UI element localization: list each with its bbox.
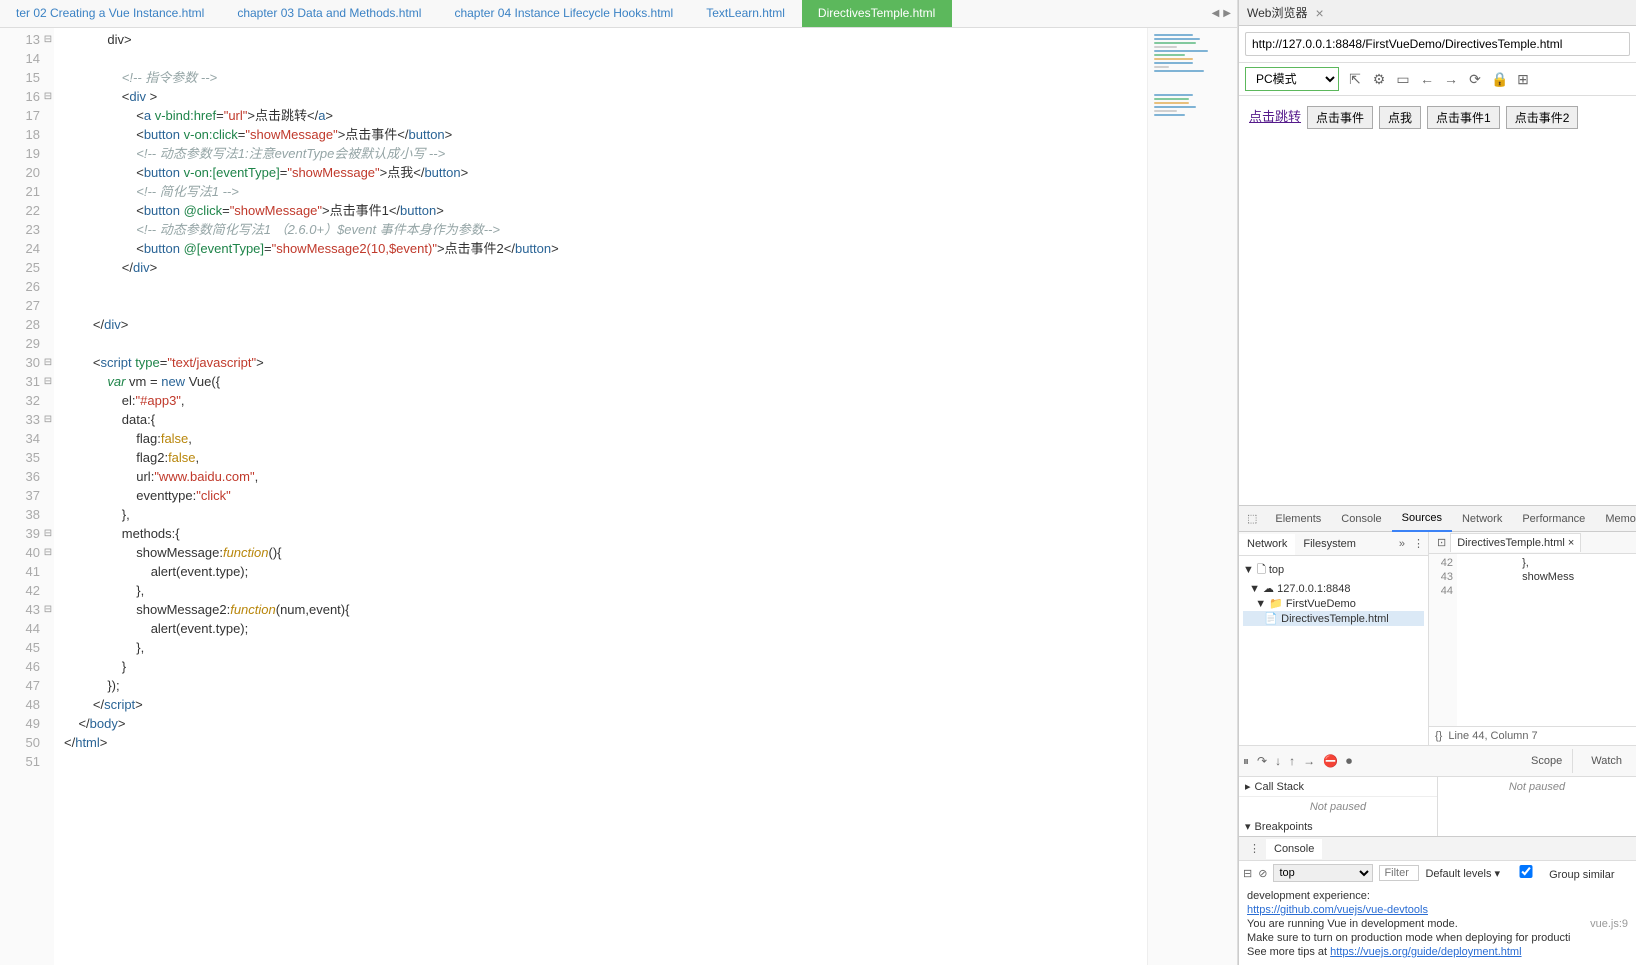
mode-select[interactable]: PC模式 xyxy=(1245,67,1339,91)
menu-icon[interactable]: ⋮ xyxy=(1409,537,1428,550)
console-menu-icon[interactable]: ⋮ xyxy=(1243,842,1266,855)
dt-tab-memory[interactable]: Memory xyxy=(1595,507,1636,531)
dt-tab-console[interactable]: Console xyxy=(1331,507,1391,531)
dt-tab-sources[interactable]: Sources xyxy=(1392,506,1452,532)
dt-tab-performance[interactable]: Performance xyxy=(1512,507,1595,531)
close-icon[interactable]: × xyxy=(1315,5,1323,21)
minimap[interactable] xyxy=(1147,28,1237,965)
console-filter-input[interactable] xyxy=(1379,865,1419,881)
tab-nav-arrows[interactable]: ◀▶ xyxy=(1206,0,1237,27)
line-number-gutter: 1314151617181920212223242526272829303132… xyxy=(0,28,42,965)
source-file-tab[interactable]: DirectivesTemple.html × xyxy=(1450,533,1581,552)
preview-button-1[interactable]: 点击事件 xyxy=(1307,106,1373,129)
console-sidebar-icon[interactable]: ⊟ xyxy=(1243,867,1252,880)
not-paused-right: Not paused xyxy=(1438,777,1636,797)
preview-button-3[interactable]: 点击事件1 xyxy=(1427,106,1500,129)
fold-column[interactable]: ⊟⊟⊟⊟⊟⊟⊟⊟ xyxy=(42,28,54,965)
src-gutter: 424344 xyxy=(1429,554,1457,726)
settings-icon[interactable]: ⚙ xyxy=(1371,71,1387,87)
src-nav-icon[interactable]: ⊡ xyxy=(1433,536,1450,549)
forward-icon[interactable]: → xyxy=(1443,71,1459,87)
editor-tab[interactable]: ter 02 Creating a Vue Instance.html xyxy=(0,0,221,27)
editor-tab[interactable]: TextLearn.html xyxy=(690,0,802,27)
watch-tab[interactable]: Watch xyxy=(1581,749,1632,773)
step-icon[interactable]: → xyxy=(1303,754,1315,768)
qr-icon[interactable]: ⊞ xyxy=(1515,71,1531,87)
inspect-icon[interactable]: ⬚ xyxy=(1239,512,1265,525)
preview-button-4[interactable]: 点击事件2 xyxy=(1506,106,1579,129)
device-icon[interactable]: ▭ xyxy=(1395,71,1411,87)
call-stack-header[interactable]: ▸ Call Stack xyxy=(1239,777,1437,797)
sources-tree[interactable]: ▼ 🗋 top ▼ ☁ 127.0.0.1:8848 ▼ 📁 FirstVueD… xyxy=(1239,556,1429,630)
dt-tab-network[interactable]: Network xyxy=(1452,507,1512,531)
browser-tab-bar: Web浏览器 × xyxy=(1239,0,1636,26)
console-output[interactable]: development experience:https://github.co… xyxy=(1239,885,1636,965)
devtools: ⬚ Elements Console Sources Network Perfo… xyxy=(1239,505,1636,965)
src-code[interactable]: }, showMess xyxy=(1457,554,1636,726)
editor-tab[interactable]: DirectivesTemple.html xyxy=(802,0,952,27)
braces-icon[interactable]: {} xyxy=(1435,730,1442,742)
refresh-icon[interactable]: ⟳ xyxy=(1467,71,1483,87)
browser-tab-title: Web浏览器 xyxy=(1247,4,1307,21)
dt-tab-elements[interactable]: Elements xyxy=(1265,507,1331,531)
clear-console-icon[interactable]: ⊘ xyxy=(1258,867,1267,880)
pause-exceptions-icon[interactable]: ⏺ xyxy=(1346,754,1352,769)
breakpoints-header[interactable]: ▾ Breakpoints xyxy=(1239,817,1437,836)
deactivate-bp-icon[interactable]: ⛔ xyxy=(1323,754,1338,768)
lock-icon[interactable]: 🔒 xyxy=(1491,71,1507,87)
step-out-icon[interactable]: ↑ xyxy=(1289,754,1295,768)
sub-tab-network[interactable]: Network xyxy=(1239,534,1295,555)
preview-link[interactable]: 点击跳转 xyxy=(1249,106,1301,125)
console-drawer-tab[interactable]: Console xyxy=(1266,839,1322,859)
log-levels-select[interactable]: Default levels ▾ xyxy=(1425,867,1500,880)
scope-tab[interactable]: Scope xyxy=(1521,749,1573,773)
editor-tab[interactable]: chapter 03 Data and Methods.html xyxy=(221,0,438,27)
step-over-icon[interactable]: ↷ xyxy=(1257,754,1267,768)
more-icon[interactable]: » xyxy=(1395,538,1409,550)
editor-tabs: ter 02 Creating a Vue Instance.htmlchapt… xyxy=(0,0,1237,28)
console-context-select[interactable]: top xyxy=(1273,864,1373,882)
group-similar-checkbox[interactable]: Group similar xyxy=(1506,865,1614,881)
browser-preview: 点击跳转 点击事件 点我 点击事件1 点击事件2 xyxy=(1239,96,1636,505)
export-icon[interactable]: ⇱ xyxy=(1347,71,1363,87)
pause-icon[interactable]: ⏸ xyxy=(1243,754,1249,769)
code-editor[interactable]: div> <!-- 指令参数 --> <div > <a v-bind:href… xyxy=(54,28,1147,965)
back-icon[interactable]: ← xyxy=(1419,71,1435,87)
not-paused-left: Not paused xyxy=(1239,797,1437,817)
step-into-icon[interactable]: ↓ xyxy=(1275,754,1281,768)
preview-button-2[interactable]: 点我 xyxy=(1379,106,1421,129)
sub-tab-filesystem[interactable]: Filesystem xyxy=(1295,534,1364,554)
url-input[interactable] xyxy=(1245,32,1630,56)
editor-tab[interactable]: chapter 04 Instance Lifecycle Hooks.html xyxy=(438,0,690,27)
browser-toolbar: PC模式 ⇱ ⚙ ▭ ← → ⟳ 🔒 ⊞ xyxy=(1239,63,1636,96)
cursor-position: Line 44, Column 7 xyxy=(1448,730,1537,742)
